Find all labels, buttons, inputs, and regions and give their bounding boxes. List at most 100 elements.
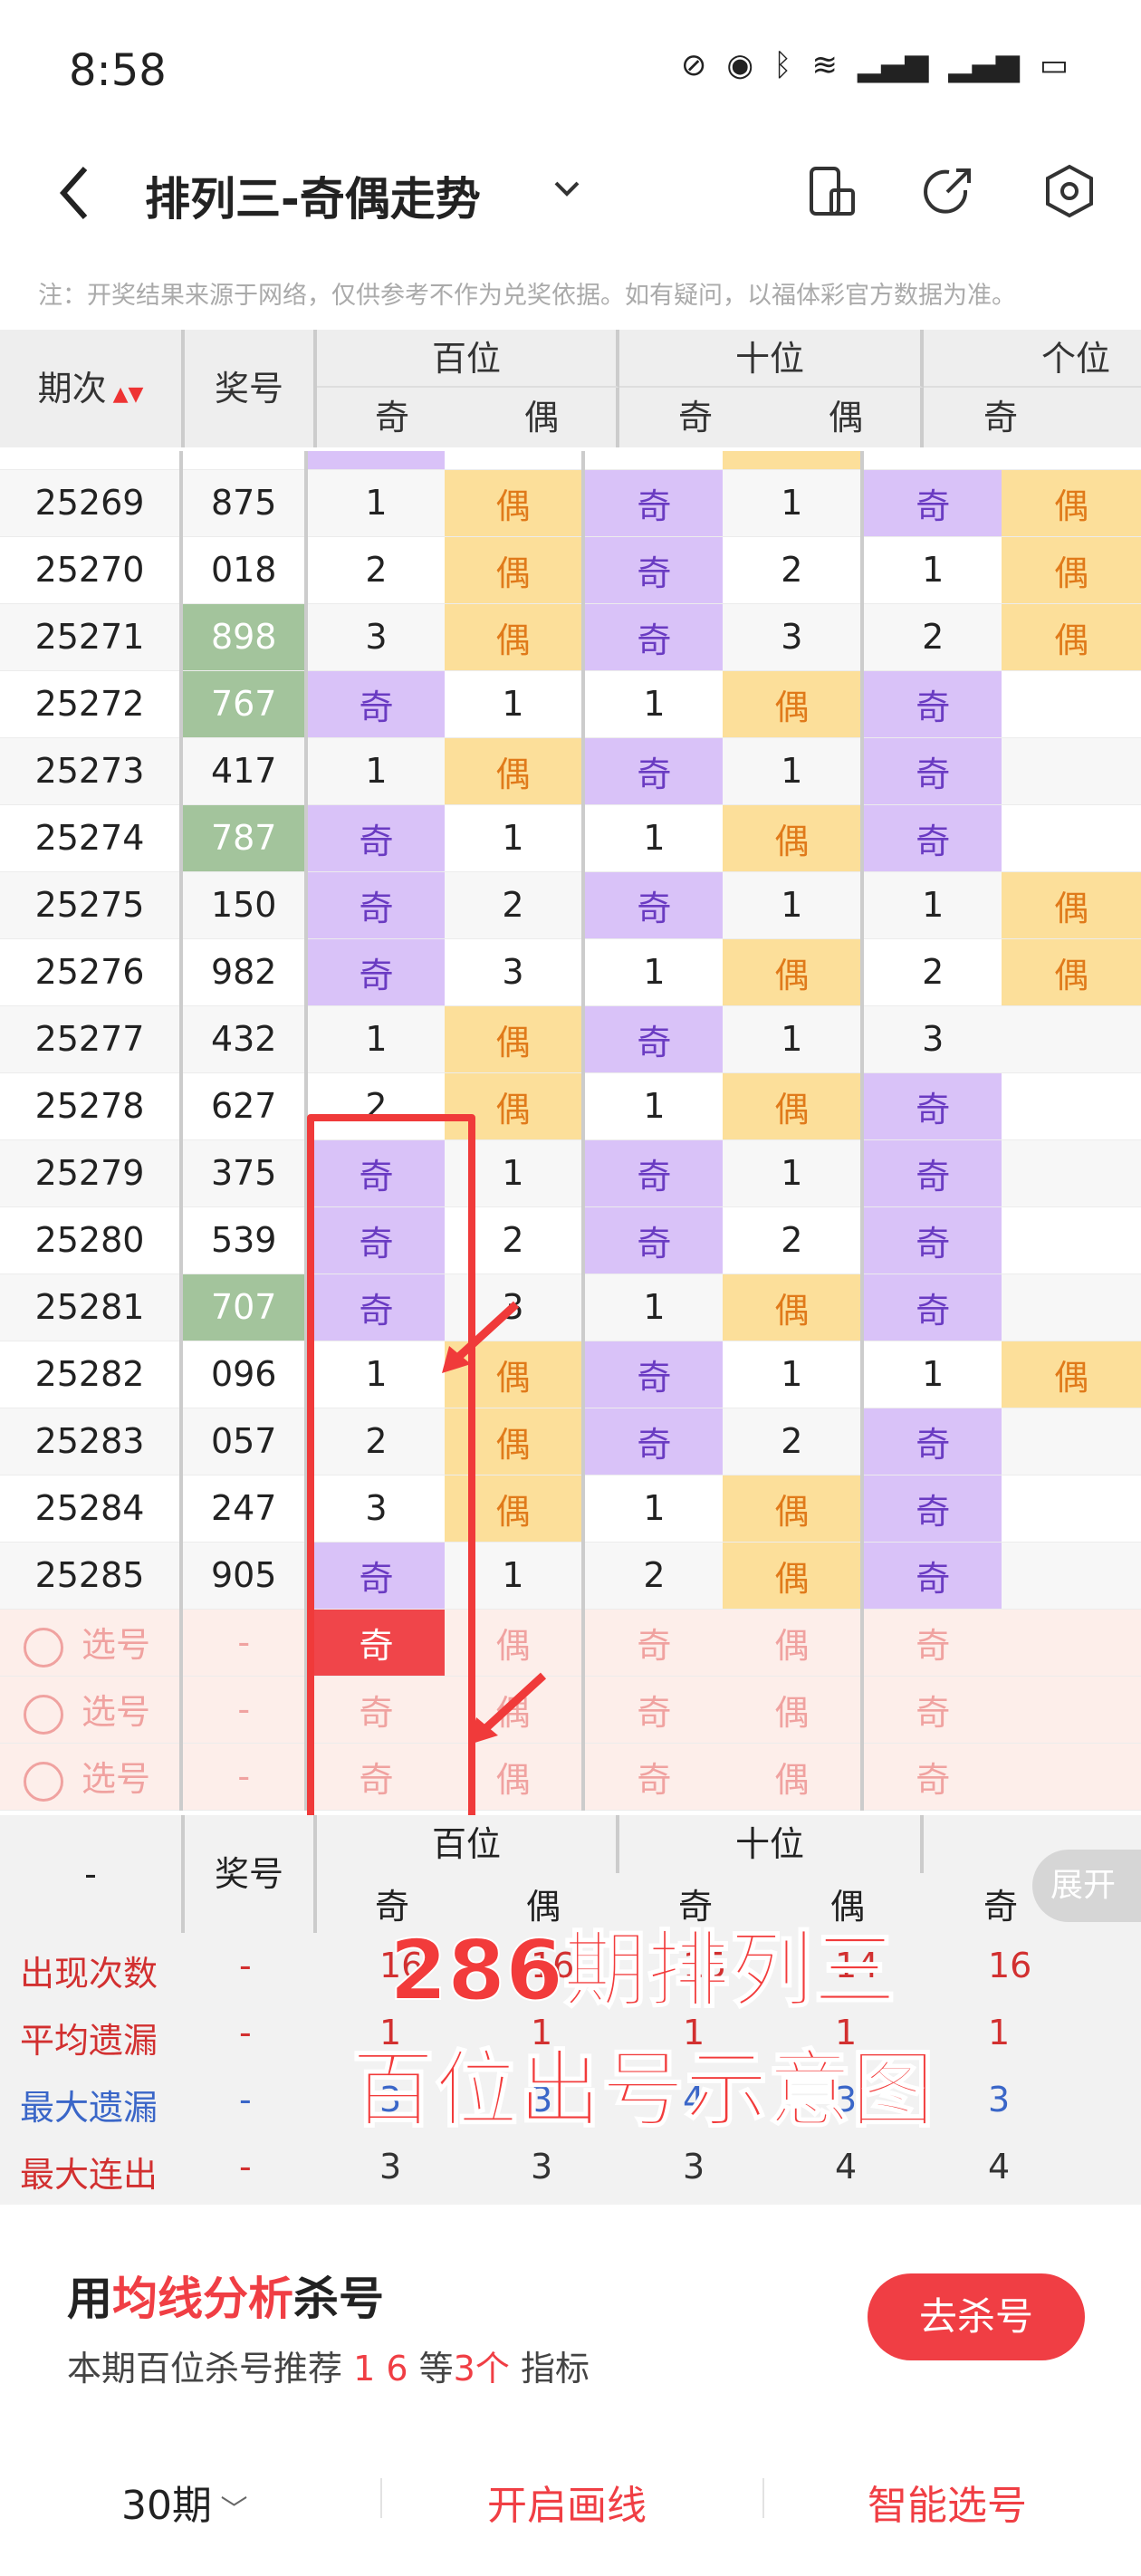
pick-row[interactable]: 选号 - 奇偶奇偶奇 [0, 1609, 1141, 1677]
hundreds-even: 偶 [444, 737, 584, 805]
period-header[interactable]: 期次 ▲▼ [0, 330, 185, 447]
units-odd [860, 451, 1002, 470]
tens-even: 2 [723, 1206, 863, 1274]
tens-odd: 奇 [581, 1139, 724, 1207]
number-cell: 707 [179, 1274, 307, 1341]
units-even: 偶 [1002, 603, 1141, 671]
pick-cell[interactable]: 偶 [723, 1743, 863, 1811]
tens-odd: 奇 [581, 1206, 724, 1274]
table-row: 25270 018 2 偶奇 2 1 偶 [0, 536, 1141, 604]
hundreds-odd: 奇 [304, 938, 445, 1006]
tens-even: 1 [723, 737, 863, 805]
period-cell: 25278 [0, 1072, 182, 1140]
kill-number-button[interactable]: 去杀号 [868, 2273, 1085, 2360]
period-cell: 25275 [0, 871, 182, 939]
stats-dash: - [0, 1815, 185, 1933]
arrow-icon [442, 1301, 520, 1373]
hundreds-odd: 1 [304, 1005, 445, 1073]
tens-odd: 1 [581, 938, 724, 1006]
period-cell [0, 451, 182, 470]
radio-icon[interactable] [24, 1761, 63, 1802]
pick-row[interactable]: 选号 - 奇偶奇偶奇 [0, 1676, 1141, 1744]
draw-lines-button[interactable]: 开启画线 [487, 2473, 647, 2531]
stat-value: 3 [683, 2147, 705, 2187]
status-icons: ⊘ ◉ ᛒ ≋ ▂▄▆ ▂▄▆ ▭ [681, 47, 1069, 83]
pick-cell[interactable]: 奇 [581, 1676, 724, 1744]
pick-dash: - [179, 1676, 307, 1744]
hundreds-odd: 奇 [304, 670, 445, 738]
smart-pick-button[interactable]: 智能选号 [868, 2473, 1027, 2531]
table-row: 25283 057 2 偶奇 2 奇 [0, 1408, 1141, 1475]
tens-even: 偶 [723, 1274, 863, 1341]
radio-icon[interactable] [24, 1627, 63, 1668]
units-odd: 奇 [860, 804, 1002, 872]
pick-cell[interactable]: 奇 [860, 1609, 1002, 1677]
settings-icon[interactable] [1041, 163, 1098, 219]
table-row: 25278 627 2 偶 1 偶奇 [0, 1072, 1141, 1140]
card-title: 用均线分析杀号 [67, 2273, 384, 2325]
period-cell: 25285 [0, 1542, 182, 1610]
arrow-icon [469, 1672, 547, 1745]
expand-button[interactable]: 展开 [1032, 1850, 1141, 1922]
units-even: 偶 [1002, 536, 1141, 604]
tens-even: 偶 [723, 938, 863, 1006]
bluetooth-icon: ᛒ [773, 47, 792, 83]
stat-value: 3 [379, 2147, 402, 2187]
pick-cell[interactable]: 奇 [860, 1676, 1002, 1744]
number-cell: 767 [179, 670, 307, 738]
units-odd: 奇 [860, 1475, 1002, 1543]
number-cell: 982 [179, 938, 307, 1006]
period-selector[interactable]: 30期 ﹀ [121, 2473, 248, 2531]
overlay-line-2: 百位出号示意图 [350, 2041, 935, 2139]
back-icon[interactable] [53, 161, 98, 225]
period-cell: 25273 [0, 737, 182, 805]
stat-value: 16 [988, 1946, 1032, 1985]
table-row: 25279 375 奇 1 奇 1 奇 [0, 1139, 1141, 1207]
pick-cell[interactable]: 偶 [723, 1609, 863, 1677]
pick-row[interactable]: 选号 - 奇偶奇偶奇 [0, 1743, 1141, 1811]
number-cell: 875 [179, 469, 307, 537]
clock: 8:58 [69, 45, 167, 96]
tens-odd: 奇 [581, 871, 724, 939]
radio-icon[interactable] [24, 1694, 63, 1735]
hundreds-odd: 奇 [304, 871, 445, 939]
pick-cell[interactable]: 奇 [581, 1609, 724, 1677]
tens-even: 偶 [723, 804, 863, 872]
period-cell: 25279 [0, 1139, 182, 1207]
hundreds-even: 2 [444, 871, 584, 939]
table-row: 25269 875 1 偶奇 1 奇偶 [0, 469, 1141, 537]
tens-odd: 奇 [581, 603, 724, 671]
signal-icon: ▂▄▆ [948, 47, 1020, 83]
sort-icon[interactable]: ▲▼ [107, 383, 144, 406]
units-even: 偶 [1002, 938, 1141, 1006]
stats-tens: 十位 [619, 1815, 924, 1873]
table-row: 25280 539 奇 2 奇 2 奇 [0, 1206, 1141, 1274]
stats-hundreds: 百位 [317, 1815, 619, 1873]
eye-icon: ◉ [726, 47, 754, 83]
number-header: 奖号 [185, 330, 317, 447]
card-subtitle: 本期百位杀号推荐 1 6 等3个 指标 [67, 2349, 590, 2389]
stat-dash: - [239, 1946, 252, 1985]
units-even: 偶 [1002, 469, 1141, 537]
hundreds-even: 偶 [444, 603, 584, 671]
units-even: 偶 [1002, 1341, 1141, 1408]
period-cell: 25277 [0, 1005, 182, 1073]
page-title[interactable]: 排列三-奇偶走势 [145, 163, 481, 228]
phone-screen-icon[interactable] [804, 163, 860, 219]
chevron-down-icon[interactable] [549, 170, 585, 207]
units-odd: 2 [860, 603, 1002, 671]
period-cell: 25282 [0, 1341, 182, 1408]
units-even [1002, 1206, 1141, 1274]
pick-cell[interactable]: 奇 [581, 1743, 724, 1811]
tens-even: 1 [723, 1341, 863, 1408]
share-icon[interactable] [920, 163, 976, 219]
pick-cell[interactable]: 偶 [723, 1676, 863, 1744]
period-cell: 25269 [0, 469, 182, 537]
hundreds-odd: 3 [304, 603, 445, 671]
pick-label: 选号 [0, 1609, 182, 1677]
pick-cell[interactable]: 奇 [860, 1743, 1002, 1811]
tens-odd: 奇 [581, 536, 724, 604]
tens-odd: 奇 [581, 1408, 724, 1475]
tens-odd [581, 451, 724, 470]
tens-odd: 1 [581, 1475, 724, 1543]
